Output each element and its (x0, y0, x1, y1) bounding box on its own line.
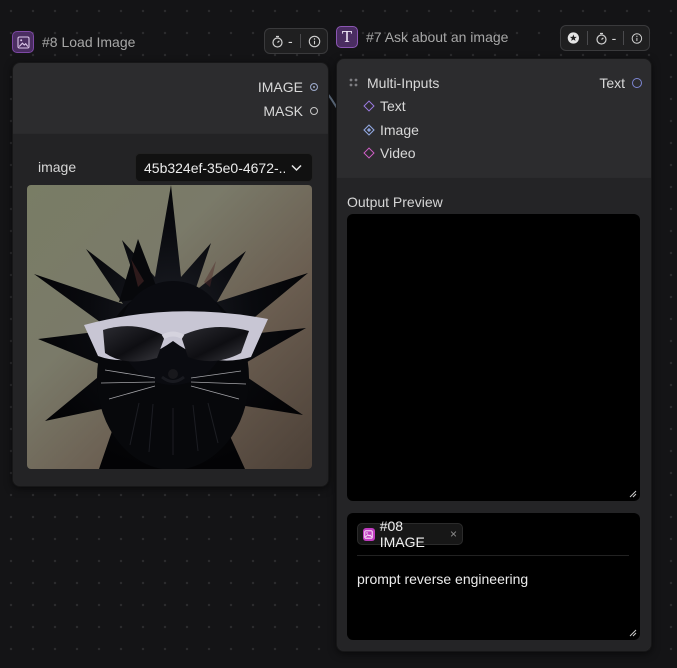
video-input-port[interactable] (363, 147, 375, 159)
ask-image-timer-value: - (611, 30, 617, 46)
image-tag-icon (363, 527, 375, 541)
mask-output-label: MASK (263, 103, 303, 119)
image-output-port-row[interactable]: IMAGE (258, 79, 318, 95)
mask-output-port-row[interactable]: MASK (263, 103, 318, 119)
stopwatch-icon (272, 35, 283, 48)
text-input-port[interactable] (363, 100, 375, 112)
text-input-row[interactable]: Text (363, 98, 406, 114)
load-image-timer[interactable]: - (271, 33, 293, 49)
multi-inputs-row[interactable]: Multi-Inputs (348, 75, 439, 91)
image-tag-label: #08 IMAGE (379, 518, 425, 550)
load-image-title[interactable]: #8 Load Image (12, 31, 135, 53)
text-node-icon: T (336, 26, 358, 48)
ask-image-toolbar: - (560, 25, 650, 51)
drag-handle-icon[interactable] (348, 77, 360, 89)
prompt-text[interactable]: prompt reverse engineering (357, 571, 528, 587)
text-output-port[interactable] (632, 78, 642, 88)
mask-output-port[interactable] (310, 107, 318, 115)
load-image-title-text: #8 Load Image (42, 34, 136, 50)
ask-image-title[interactable]: T #7 Ask about an image (336, 26, 508, 48)
image-selector-value: 45b324ef-35e0-4672-... (144, 159, 285, 176)
text-output-row[interactable]: Text (599, 75, 642, 91)
resize-handle-icon[interactable] (629, 490, 637, 498)
image-widget-label: image (38, 159, 77, 175)
close-icon[interactable]: × (450, 527, 457, 541)
output-preview-textarea[interactable] (347, 214, 640, 501)
ask-image-node[interactable]: Multi-Inputs Text Text Image Video Outpu… (336, 58, 652, 652)
image-output-port[interactable] (310, 83, 318, 91)
image-selector-dropdown[interactable]: 45b324ef-35e0-4672-... (135, 153, 313, 182)
image-input-label: Image (380, 122, 419, 138)
load-image-toolbar: - (264, 28, 328, 54)
video-input-label: Video (380, 145, 416, 161)
star-badge-icon[interactable] (567, 31, 580, 45)
chevron-down-icon (291, 164, 302, 171)
image-input-row[interactable]: Image (363, 122, 419, 138)
info-icon[interactable] (308, 35, 321, 48)
load-image-timer-value: - (288, 33, 293, 49)
image-input-port[interactable] (363, 124, 375, 136)
prompt-editor[interactable]: #08 IMAGE × prompt reverse engineering (347, 513, 640, 640)
stopwatch-icon (596, 32, 607, 45)
toolbar-divider (586, 31, 588, 45)
toolbar-divider (299, 34, 301, 48)
image-output-label: IMAGE (257, 79, 303, 95)
ask-image-timer[interactable]: - (595, 30, 617, 46)
load-image-header-section (13, 63, 328, 133)
output-preview-label: Output Preview (347, 194, 443, 210)
text-output-label: Text (599, 75, 625, 91)
cat-with-sunglasses-image (27, 185, 312, 469)
resize-handle-icon[interactable] (629, 629, 637, 637)
toolbar-divider (623, 31, 625, 45)
video-input-row[interactable]: Video (363, 145, 416, 161)
multi-inputs-label: Multi-Inputs (367, 75, 440, 91)
info-icon[interactable] (631, 32, 643, 45)
ask-image-title-text: #7 Ask about an image (366, 29, 509, 45)
text-input-label: Text (380, 98, 406, 114)
image-reference-tag[interactable]: #08 IMAGE × (357, 518, 463, 550)
image-node-icon (12, 31, 34, 53)
prompt-divider (357, 555, 629, 556)
